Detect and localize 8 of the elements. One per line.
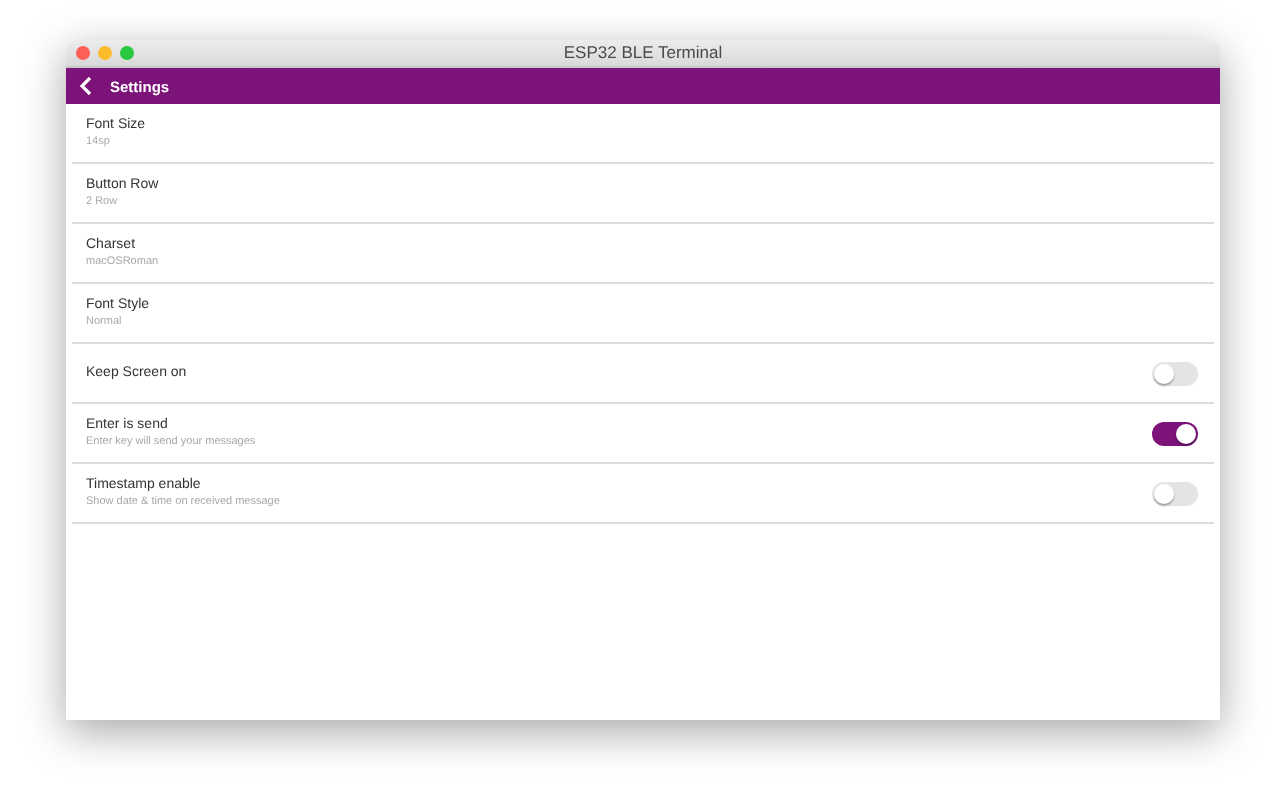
zoom-button[interactable] bbox=[120, 46, 134, 60]
window-title: ESP32 BLE Terminal bbox=[563, 42, 723, 62]
close-button[interactable] bbox=[76, 46, 90, 60]
minimize-button[interactable] bbox=[98, 46, 112, 60]
toggle-switch[interactable] bbox=[1152, 481, 1198, 505]
back-icon[interactable] bbox=[78, 76, 94, 96]
toggle-switch[interactable] bbox=[1152, 421, 1198, 445]
toggle-switch[interactable] bbox=[1152, 361, 1198, 385]
